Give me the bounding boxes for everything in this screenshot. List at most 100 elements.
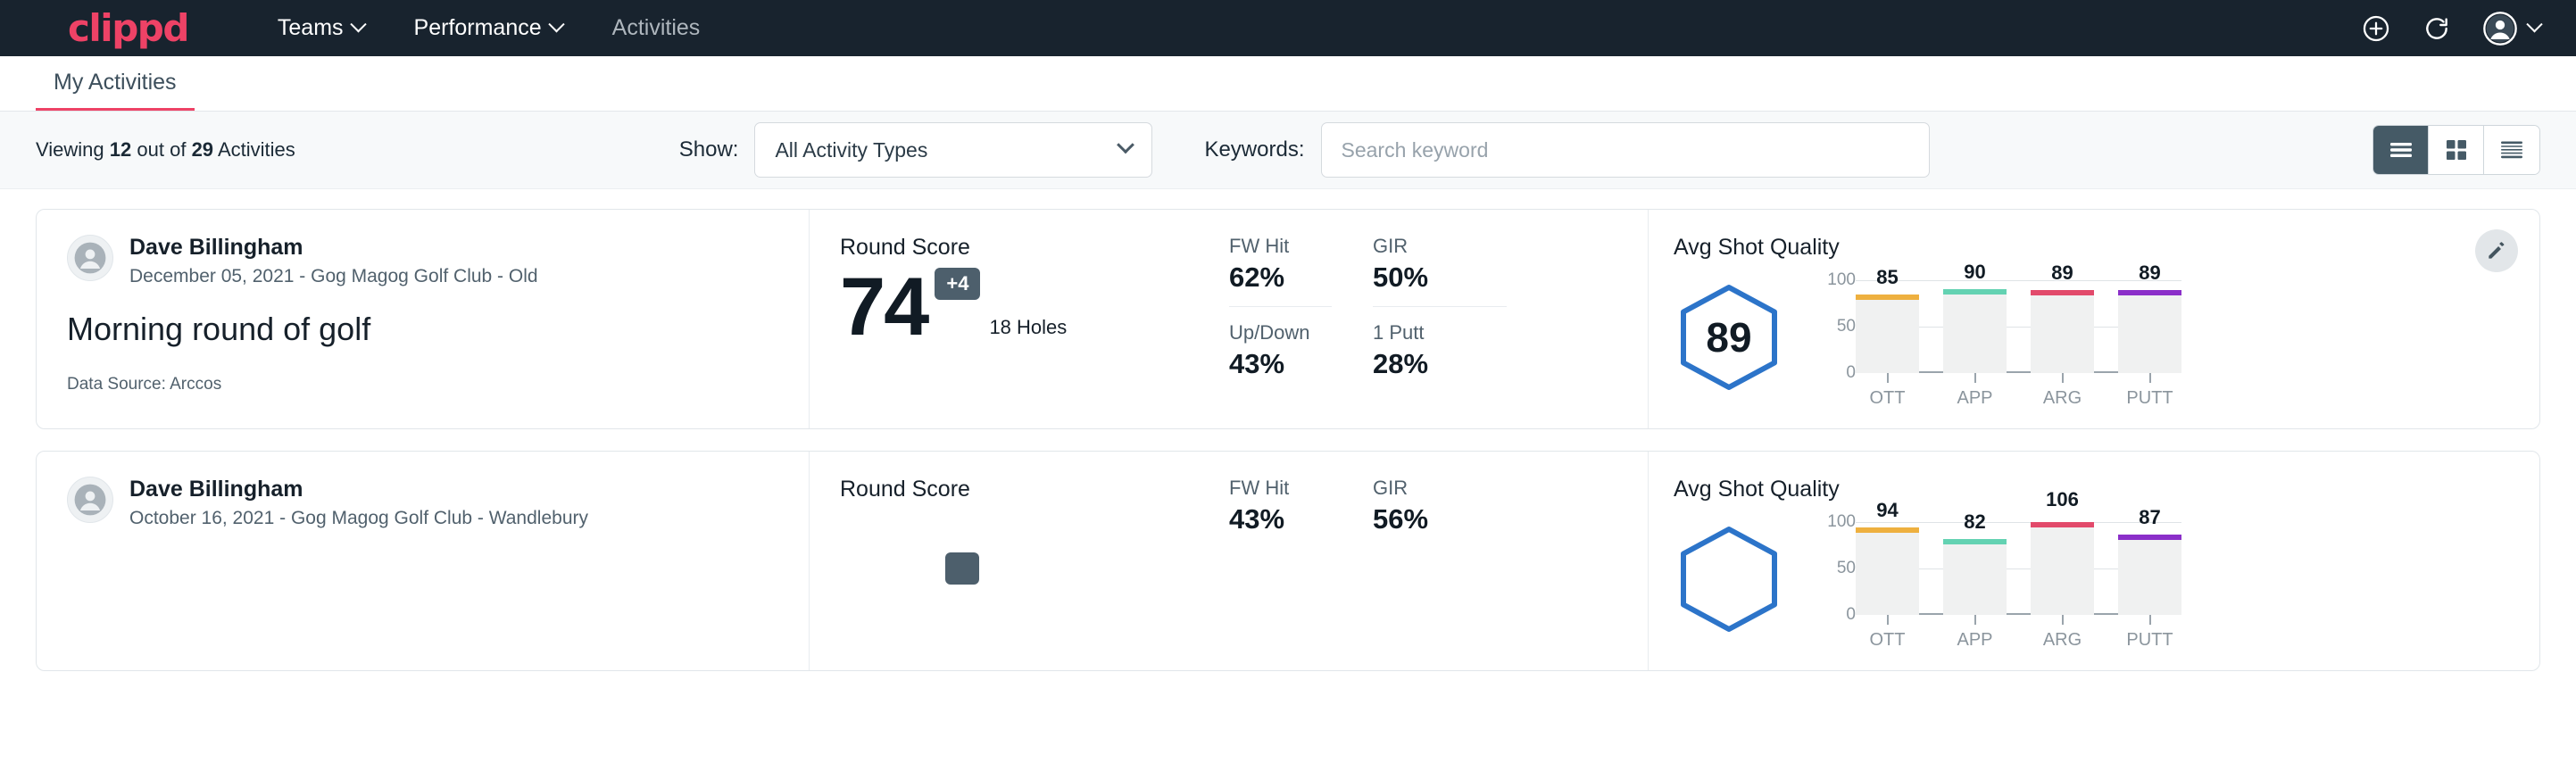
x-tick-label: APP bbox=[1957, 630, 1992, 651]
bar-app bbox=[1943, 289, 2007, 373]
chart-x-ticks: OTTAPPARGPUTT bbox=[1856, 615, 2181, 651]
main-nav-links: Teams Performance Activities bbox=[253, 0, 725, 56]
viewing-suffix: Activities bbox=[218, 138, 295, 161]
shot-quality-bar-chart: 100 50 0 85908989 OTTAPPARGPUTT bbox=[1815, 266, 2181, 409]
x-tick-label: ARG bbox=[2043, 630, 2082, 651]
stat-gir-value: 50% bbox=[1373, 261, 1507, 294]
nav-item-activities[interactable]: Activities bbox=[587, 0, 726, 56]
avg-shot-quality-column: Avg Shot Quality 89 100 50 0 bbox=[1649, 210, 2539, 428]
score-to-par-badge: +4 bbox=[935, 268, 980, 300]
x-tick-putt: PUTT bbox=[2118, 373, 2181, 409]
bar-column-ott: 85 bbox=[1856, 280, 1919, 373]
avg-shot-quality-body: 89 100 50 0 85908989 OTTAPPARG bbox=[1674, 266, 2509, 409]
round-score-row: 74 +4 18 Holes bbox=[840, 268, 1229, 346]
avg-shot-quality-label: Avg Shot Quality bbox=[1674, 235, 2509, 261]
chart-bars: 948210687 bbox=[1856, 508, 2181, 615]
bar-app bbox=[1943, 539, 2007, 615]
score-to-par-badge bbox=[945, 552, 979, 585]
list-view-button[interactable] bbox=[2373, 126, 2429, 174]
x-tick-label: OTT bbox=[1870, 388, 1906, 409]
account-icon bbox=[2482, 11, 2518, 46]
chart-plot-area: 85908989 OTTAPPARGPUTT bbox=[1856, 266, 2181, 409]
nav-item-teams[interactable]: Teams bbox=[253, 0, 389, 56]
show-label: Show: bbox=[679, 137, 739, 162]
bar-column-arg: 89 bbox=[2031, 280, 2094, 373]
add-icon[interactable] bbox=[2361, 13, 2391, 44]
bar-value-label: 85 bbox=[1856, 266, 1919, 289]
y-tick-100: 100 bbox=[1827, 512, 1856, 532]
x-tick-arg: ARG bbox=[2031, 373, 2094, 409]
bar-value-label: 89 bbox=[2118, 261, 2181, 285]
tab-my-activities[interactable]: My Activities bbox=[36, 70, 195, 111]
filter-toolbar: Viewing 12 out of 29 Activities Show: Al… bbox=[0, 112, 2576, 189]
holes-played-label: 18 Holes bbox=[989, 316, 1067, 339]
tab-bar: My Activities bbox=[0, 56, 2576, 112]
x-tick-label: PUTT bbox=[2126, 630, 2173, 651]
nav-item-activities-label: Activities bbox=[612, 0, 701, 56]
stat-fw-hit-value: 62% bbox=[1229, 261, 1332, 294]
chevron-down-icon bbox=[1118, 136, 1135, 154]
bar-value-label: 89 bbox=[2031, 261, 2094, 285]
shot-quality-bar-chart: 100 50 0 948210687 OTTAPPARGPUTT bbox=[1815, 508, 2181, 651]
keywords-label: Keywords: bbox=[1204, 137, 1304, 162]
compact-view-button[interactable] bbox=[2484, 126, 2539, 174]
avg-shot-quality-hexagon: 89 bbox=[1674, 282, 1784, 393]
search-input[interactable] bbox=[1321, 122, 1930, 178]
activity-type-select-value: All Activity Types bbox=[775, 138, 927, 162]
x-tick-app: APP bbox=[1943, 373, 2007, 409]
stat-one-putt: 1 Putt 28% bbox=[1373, 321, 1507, 393]
activity-data-source: Data Source: Arccos bbox=[67, 375, 782, 394]
grid-view-icon bbox=[2445, 138, 2468, 162]
stat-up-down-label: Up/Down bbox=[1229, 321, 1332, 344]
tick-mark bbox=[2062, 615, 2064, 625]
stat-fw-hit-label: FW Hit bbox=[1229, 477, 1332, 500]
bar-value-label: 94 bbox=[1856, 499, 1919, 522]
chevron-down-icon bbox=[548, 16, 564, 32]
top-navigation-bar: clippd Teams Performance Activities bbox=[0, 0, 2576, 56]
stat-fw-hit-value: 43% bbox=[1229, 503, 1332, 535]
bar-column-putt: 87 bbox=[2118, 522, 2181, 615]
keywords-group: Keywords: bbox=[1204, 122, 1929, 178]
chevron-down-icon bbox=[2526, 16, 2542, 32]
viewing-count-text: Viewing 12 out of 29 Activities bbox=[36, 138, 295, 162]
avg-shot-quality-body: 100 50 0 948210687 OTTAPPARGPUTT bbox=[1674, 508, 2509, 651]
bar-column-arg: 106 bbox=[2031, 522, 2094, 615]
activity-user-name: Dave Billingham bbox=[129, 235, 538, 261]
bar-value-label: 87 bbox=[2118, 506, 2181, 529]
show-filter-group: Show: All Activity Types bbox=[679, 122, 1153, 178]
brand-logo[interactable]: clippd bbox=[68, 10, 188, 47]
x-tick-label: APP bbox=[1957, 388, 1992, 409]
x-tick-putt: PUTT bbox=[2118, 615, 2181, 651]
y-tick-50: 50 bbox=[1837, 317, 1856, 336]
refresh-icon[interactable] bbox=[2422, 13, 2452, 44]
viewing-count: 12 bbox=[110, 138, 131, 161]
grid-view-button[interactable] bbox=[2429, 126, 2484, 174]
avatar bbox=[67, 477, 113, 523]
x-tick-ott: OTT bbox=[1856, 373, 1919, 409]
activity-card[interactable]: Dave Billingham December 05, 2021 - Gog … bbox=[36, 209, 2540, 429]
bar-putt bbox=[2118, 535, 2181, 615]
activity-meta: October 16, 2021 - Gog Magog Golf Club -… bbox=[129, 508, 588, 529]
chart-plot-area: 948210687 OTTAPPARGPUTT bbox=[1856, 508, 2181, 651]
bar-value-label: 90 bbox=[1943, 261, 2007, 284]
round-score-value: 74 bbox=[840, 269, 927, 346]
bar-putt bbox=[2118, 290, 2181, 373]
activity-type-select[interactable]: All Activity Types bbox=[754, 122, 1152, 178]
bar-column-ott: 94 bbox=[1856, 522, 1919, 615]
x-tick-label: PUTT bbox=[2126, 388, 2173, 409]
activity-stats-column: FW Hit 62% GIR 50% Up/Down 43% 1 Putt 28… bbox=[1229, 210, 1649, 428]
avg-shot-quality-hexagon bbox=[1674, 524, 1784, 635]
edit-activity-button[interactable] bbox=[2475, 229, 2518, 272]
x-tick-app: APP bbox=[1943, 615, 2007, 651]
stat-gir: GIR 56% bbox=[1373, 477, 1507, 548]
activity-user-text: Dave Billingham December 05, 2021 - Gog … bbox=[129, 235, 538, 287]
activity-card[interactable]: Dave Billingham October 16, 2021 - Gog M… bbox=[36, 451, 2540, 671]
activities-list: Dave Billingham December 05, 2021 - Gog … bbox=[0, 189, 2576, 780]
chart-y-axis: 100 50 0 bbox=[1815, 280, 1856, 373]
viewing-total: 29 bbox=[192, 138, 213, 161]
round-score-row bbox=[840, 510, 1229, 585]
nav-item-performance[interactable]: Performance bbox=[389, 0, 587, 56]
tick-mark bbox=[1887, 615, 1889, 625]
stat-fw-hit: FW Hit 62% bbox=[1229, 235, 1332, 307]
account-menu[interactable] bbox=[2482, 11, 2540, 46]
